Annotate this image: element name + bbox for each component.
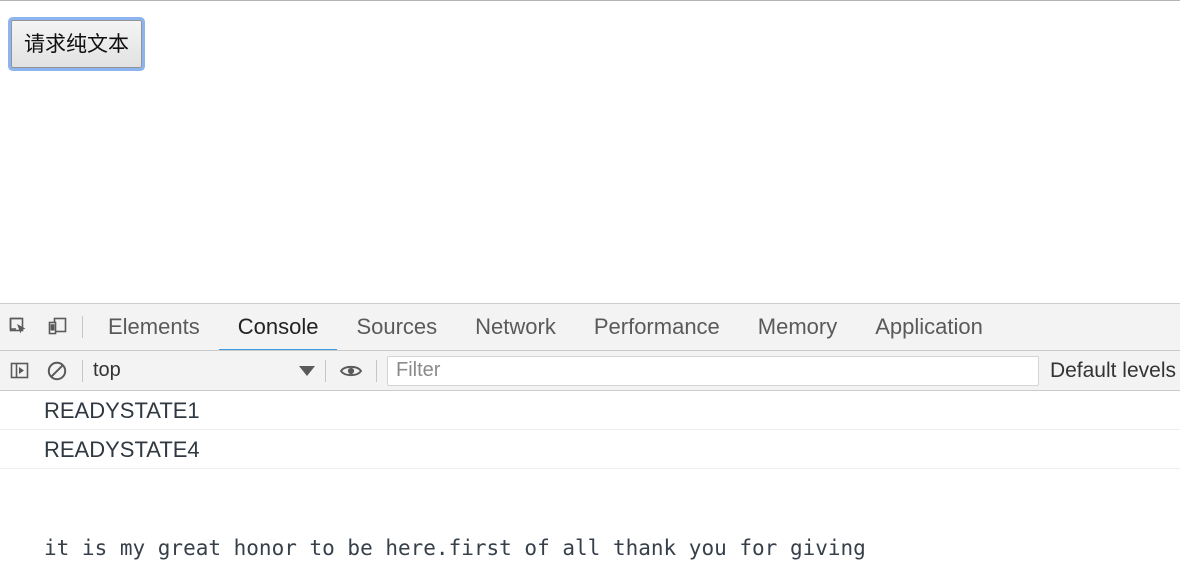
web-page-content: 请求纯文本: [0, 0, 1180, 303]
tab-network[interactable]: Network: [456, 304, 575, 350]
toolbar-divider: [82, 359, 83, 382]
tab-label: Sources: [356, 314, 438, 339]
tab-label: Elements: [108, 314, 200, 339]
tab-label: Memory: [757, 314, 838, 339]
filter-input[interactable]: [387, 355, 1039, 386]
tab-label: Network: [475, 314, 556, 339]
request-plain-text-button[interactable]: 请求纯文本: [11, 20, 142, 68]
toolbar-divider: [376, 359, 377, 382]
eye-icon[interactable]: [332, 352, 370, 390]
tab-elements[interactable]: Elements: [89, 304, 219, 350]
console-message-row: it is my great honor to be here.first of…: [0, 469, 1180, 583]
tab-label: Performance: [593, 314, 720, 339]
console-message-row: READYSTATE4: [0, 430, 1180, 469]
tab-performance[interactable]: Performance: [575, 304, 739, 350]
tab-label: Application: [875, 314, 983, 339]
devtools-panel: Elements Console Sources Network Perform…: [0, 303, 1180, 584]
tab-label: Console: [237, 314, 319, 339]
tab-memory[interactable]: Memory: [739, 304, 856, 350]
clear-console-icon[interactable]: [38, 352, 76, 390]
inspect-element-icon[interactable]: [0, 308, 38, 346]
tab-application[interactable]: Application: [856, 304, 1002, 350]
tab-console[interactable]: Console: [218, 304, 338, 350]
devtools-tab-strip: Elements Console Sources Network Perform…: [0, 304, 1180, 351]
device-toolbar-icon[interactable]: [38, 308, 76, 346]
tab-sources[interactable]: Sources: [337, 304, 456, 350]
log-levels-dropdown[interactable]: Default levels: [1039, 359, 1180, 383]
chevron-down-icon: [299, 365, 315, 376]
execution-context-dropdown[interactable]: top: [89, 356, 319, 386]
toolbar-divider: [325, 359, 326, 382]
console-message-list: READYSTATE1 READYSTATE4 it is my great h…: [0, 391, 1180, 583]
execution-context-label: top: [93, 359, 121, 381]
console-message-row: READYSTATE1: [0, 391, 1180, 430]
console-sidebar-icon[interactable]: [0, 352, 38, 390]
console-filter-toolbar: top Default levels: [0, 351, 1180, 391]
console-message-line: it is my great honor to be here.first of…: [44, 536, 866, 560]
toolbar-divider: [82, 316, 83, 338]
